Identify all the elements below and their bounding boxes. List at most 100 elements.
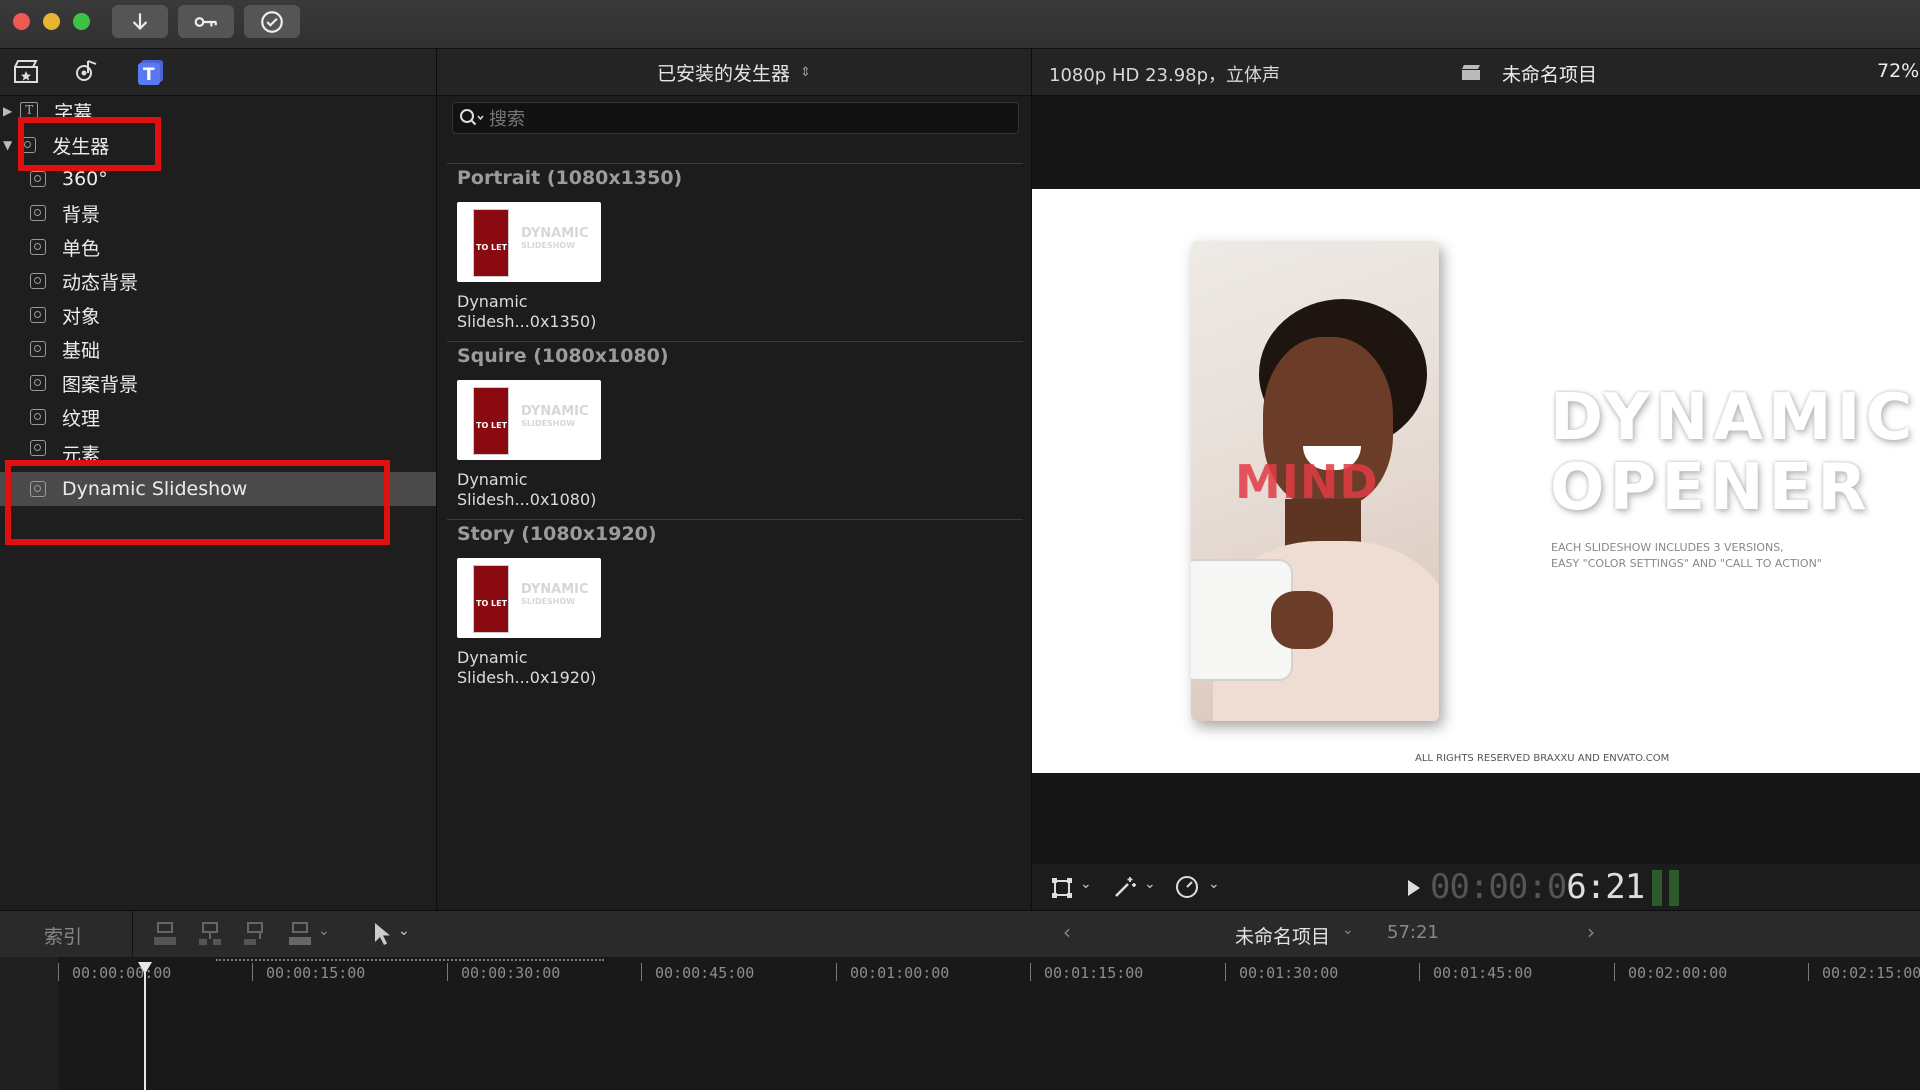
- titles-generators-icon[interactable]: T: [136, 57, 166, 87]
- clip-label-square[interactable]: Dynamic Slidesh...0x1080): [457, 470, 596, 510]
- clip-thumbnail-portrait[interactable]: TO LET DYNAMIC SLIDESHOW: [457, 202, 601, 282]
- minimize-window-button[interactable]: [43, 13, 60, 30]
- browser-header[interactable]: 已安装的发生器 ⇕: [437, 49, 1031, 96]
- overwrite-clip-icon[interactable]: [287, 921, 313, 947]
- thumbnail-title: DYNAMIC SLIDESHOW: [521, 404, 589, 428]
- toolbar-divider: [132, 911, 133, 957]
- clip-label-portrait[interactable]: Dynamic Slidesh...0x1350): [457, 292, 596, 332]
- transform-icon[interactable]: [1050, 876, 1074, 900]
- sidebar-item-textures[interactable]: 纹理: [0, 400, 436, 434]
- clip-label-story[interactable]: Dynamic Slidesh...0x1920): [457, 648, 596, 688]
- ruler-label: 00:02:00:00: [1628, 964, 1728, 982]
- search-field[interactable]: 搜索: [452, 102, 1019, 134]
- sidebar-item-elements[interactable]: 元素: [0, 434, 436, 460]
- search-input[interactable]: 搜索: [489, 105, 525, 131]
- play-icon[interactable]: [1407, 879, 1421, 897]
- sidebar-item-backgrounds[interactable]: 背景: [0, 196, 436, 230]
- playhead[interactable]: [144, 962, 146, 1090]
- append-clip-icon[interactable]: [242, 921, 268, 947]
- timeline-project-name[interactable]: 未命名项目: [1235, 922, 1330, 949]
- next-arrow-icon[interactable]: ›: [1587, 920, 1595, 944]
- keywords-button[interactable]: [178, 5, 234, 38]
- viewer-header: 1080p HD 23.98p，立体声 未命名项目 72%: [1032, 49, 1920, 96]
- copyright-footer: ALL RIGHTS RESERVED BRAXXU AND ENVATO.CO…: [1415, 753, 1670, 764]
- import-button[interactable]: [112, 5, 168, 38]
- up-down-chevron-icon[interactable]: ⇕: [800, 65, 811, 80]
- chevron-down-icon[interactable]: ⌄: [1208, 876, 1220, 892]
- photos-music-icon[interactable]: [72, 57, 102, 85]
- zoom-window-button[interactable]: [73, 13, 90, 30]
- ruler-label: 00:02:15:00: [1822, 964, 1920, 982]
- generator-icon: [30, 375, 46, 391]
- search-icon[interactable]: [459, 108, 485, 128]
- sidebar-item-animated-backgrounds[interactable]: 动态背景: [0, 264, 436, 298]
- headline-dynamic: DYNAMIC: [1550, 381, 1918, 455]
- range-indicator: [216, 959, 604, 963]
- chevron-down-icon[interactable]: ⌄: [1342, 922, 1354, 938]
- title-bar: [0, 0, 1920, 49]
- section-title-story: Story (1080x1920): [457, 523, 657, 545]
- background-tasks-button[interactable]: [244, 5, 300, 38]
- audio-meter-left: [1652, 870, 1662, 906]
- sidebar-item-label: 纹理: [62, 407, 101, 430]
- ruler-label: 00:01:00:00: [850, 964, 950, 982]
- ruler-label: 00:00:00:00: [72, 964, 172, 982]
- highlight-box-dynamic-slideshow: [5, 460, 390, 545]
- disclosure-down-icon[interactable]: ▼: [3, 138, 12, 152]
- connect-clip-icon[interactable]: [152, 921, 178, 947]
- ruler-tick: [1030, 963, 1031, 981]
- ruler-label: 00:01:45:00: [1433, 964, 1533, 982]
- photo-hand: [1271, 591, 1333, 649]
- clapper-icon: [1462, 65, 1480, 80]
- sidebar-item-label: 360°: [62, 168, 108, 190]
- subtitle-line-1: EACH SLIDESHOW INCLUDES 3 VERSIONS,: [1551, 541, 1784, 554]
- headline-opener: OPENER: [1550, 451, 1872, 525]
- browser-title: 已安装的发生器: [657, 62, 791, 85]
- sidebar-item-label: 动态背景: [62, 271, 139, 294]
- zoom-level[interactable]: 72%: [1877, 60, 1919, 82]
- sidebar-item-pattern-backgrounds[interactable]: 图案背景: [0, 366, 436, 400]
- project-name[interactable]: 未命名项目: [1502, 60, 1597, 87]
- sidebar-item-solids[interactable]: 单色: [0, 230, 436, 264]
- sidebar-item-objects[interactable]: 对象: [0, 298, 436, 332]
- sidebar-item-label: 元素: [62, 444, 101, 460]
- ruler-tick: [1614, 963, 1615, 981]
- ruler-label: 00:01:30:00: [1239, 964, 1339, 982]
- ruler-tick: [836, 963, 837, 981]
- close-window-button[interactable]: [13, 13, 30, 30]
- previous-arrow-icon[interactable]: ‹: [1063, 920, 1071, 944]
- sidebar-item-basics[interactable]: 基础: [0, 332, 436, 366]
- generator-icon: [30, 440, 46, 456]
- section-title-square: Squire (1080x1080): [457, 345, 669, 367]
- sidebar-item-label: 背景: [62, 203, 101, 226]
- chevron-down-icon[interactable]: ⌄: [1144, 876, 1156, 892]
- speedometer-icon[interactable]: [1174, 874, 1200, 900]
- ruler-label: 00:00:30:00: [461, 964, 561, 982]
- clapper-icon[interactable]: [12, 57, 40, 85]
- generator-icon: [30, 307, 46, 323]
- index-button[interactable]: 索引: [44, 922, 82, 949]
- chevron-down-icon[interactable]: ⌄: [1080, 876, 1092, 892]
- checkmark-icon: [261, 10, 283, 33]
- insert-clip-icon[interactable]: [197, 921, 223, 947]
- viewer-canvas[interactable]: MIND DYNAMIC OPENER EACH SLIDESHOW INCLU…: [1032, 189, 1920, 773]
- chevron-down-icon[interactable]: ⌄: [398, 923, 410, 939]
- audio-meter-right: [1669, 870, 1679, 906]
- generator-icon: [30, 341, 46, 357]
- section-divider: [447, 519, 1023, 520]
- disclosure-right-icon[interactable]: ▶: [3, 104, 12, 118]
- generator-icon: [30, 273, 46, 289]
- project-format: 1080p HD 23.98p，立体声: [1049, 65, 1281, 86]
- section-divider: [447, 341, 1023, 342]
- clip-thumbnail-story[interactable]: TO LET DYNAMIC SLIDESHOW: [457, 558, 601, 638]
- thumbnail-title: DYNAMIC SLIDESHOW: [521, 582, 589, 606]
- clip-thumbnail-square[interactable]: TO LET DYNAMIC SLIDESHOW: [457, 380, 601, 460]
- ruler-label: 00:01:15:00: [1044, 964, 1144, 982]
- subtitle-line-2: EASY "COLOR SETTINGS" AND "CALL TO ACTIO…: [1551, 557, 1822, 570]
- timeline-duration: 57:21: [1387, 922, 1439, 943]
- magic-wand-icon[interactable]: [1112, 874, 1138, 900]
- timeline-toolbar: 索引 ⌄ ⌄ ‹ 未命名项目 ⌄ 57:21 ›: [0, 910, 1920, 958]
- generator-icon: [30, 409, 46, 425]
- select-tool-icon[interactable]: [372, 921, 392, 947]
- chevron-down-icon[interactable]: ⌄: [318, 923, 330, 939]
